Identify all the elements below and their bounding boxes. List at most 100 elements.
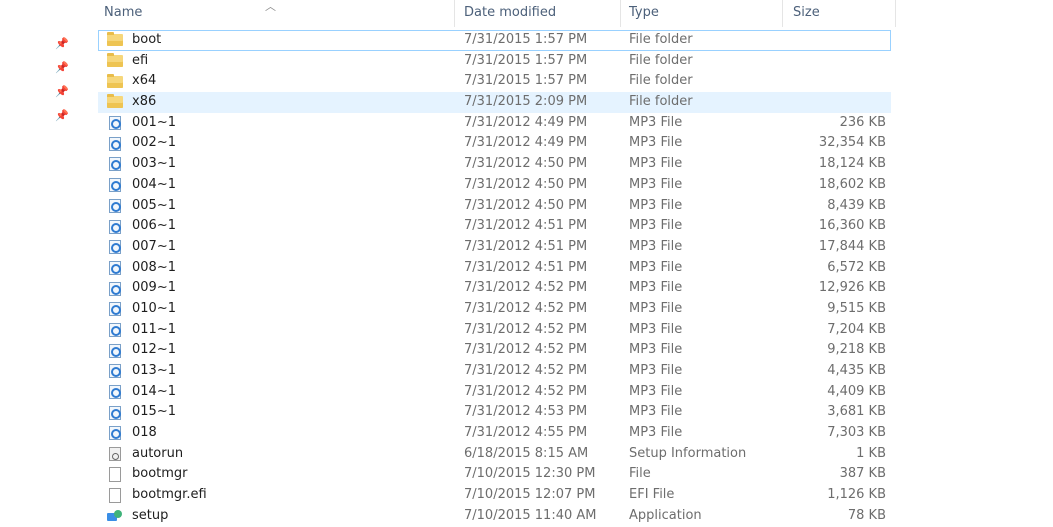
file-row[interactable]: 014~1 7/31/2012 4:52 PM MP3 File 4,409 KB — [98, 382, 891, 403]
file-row[interactable]: 006~1 7/31/2012 4:51 PM MP3 File 16,360 KB — [98, 216, 891, 237]
file-row[interactable]: 002~1 7/31/2012 4:49 PM MP3 File 32,354 KB — [98, 133, 891, 154]
file-row[interactable]: 005~1 7/31/2012 4:50 PM MP3 File 8,439 KB — [98, 196, 891, 217]
file-size: 9,515 KB — [827, 300, 886, 316]
file-date-modified: 7/31/2015 2:09 PM — [464, 94, 588, 110]
file-size — [788, 30, 886, 51]
file-type: File folder — [629, 94, 693, 110]
mp3-icon — [109, 364, 121, 379]
file-size: 16,360 KB — [818, 218, 886, 234]
file-row[interactable]: x64 7/31/2015 1:57 PM File folder — [98, 71, 891, 92]
file-type: MP3 File — [629, 342, 683, 358]
column-divider[interactable] — [895, 0, 896, 27]
file-size: 18,602 KB — [818, 176, 886, 192]
column-header-name[interactable]: Name — [104, 0, 142, 27]
file-date-modified: 7/31/2012 4:49 PM — [464, 135, 588, 151]
file-row[interactable]: efi 7/31/2015 1:57 PM File folder — [98, 51, 891, 72]
folder-icon — [107, 94, 123, 109]
mp3-icon — [109, 343, 121, 358]
file-row[interactable]: 004~1 7/31/2012 4:50 PM MP3 File 18,602 KB — [98, 175, 891, 196]
mp3-icon — [109, 219, 121, 234]
pin-icon[interactable]: 📌 — [55, 61, 69, 75]
pin-icon[interactable]: 📌 — [55, 109, 69, 123]
file-size: 32,354 KB — [818, 135, 886, 151]
column-divider[interactable] — [620, 0, 621, 27]
file-date-modified: 7/10/2015 11:40 AM — [464, 507, 597, 523]
file-date-modified: 7/31/2012 4:52 PM — [464, 363, 588, 378]
file-size: 9,218 KB — [827, 342, 886, 358]
file-date-modified: 7/31/2012 4:51 PM — [464, 259, 588, 275]
file-size — [788, 92, 886, 113]
file-date-modified: 7/31/2012 4:52 PM — [464, 383, 588, 399]
mp3-icon — [109, 116, 121, 131]
pin-icon[interactable]: 📌 — [55, 37, 69, 51]
file-date-modified: 7/31/2012 4:53 PM — [464, 404, 588, 420]
file-name: 004~1 — [132, 176, 176, 192]
file-date-modified: 7/10/2015 12:30 PM — [464, 466, 596, 482]
mp3-icon — [109, 302, 121, 317]
file-type: MP3 File — [629, 218, 683, 234]
file-name: bootmgr.efi — [132, 487, 207, 503]
file-date-modified: 7/31/2012 4:52 PM — [464, 280, 588, 296]
file-row[interactable]: boot 7/31/2015 1:57 PM File folder — [98, 30, 891, 51]
file-size: 6,572 KB — [827, 259, 886, 275]
file-type: File folder — [629, 52, 693, 68]
file-type: MP3 File — [629, 425, 683, 441]
file-row[interactable]: autorun 6/18/2015 8:15 AM Setup Informatio… — [98, 444, 891, 465]
file-date-modified: 7/31/2012 4:55 PM — [464, 425, 588, 441]
file-row[interactable]: x86 7/31/2015 2:09 PM File folder — [98, 92, 891, 113]
column-header-size[interactable]: Size — [793, 0, 820, 27]
file-date-modified: 7/31/2012 4:49 PM — [464, 114, 588, 130]
file-type: Application — [629, 507, 702, 523]
file-name: boot — [132, 32, 162, 47]
column-header-date[interactable]: Date modified — [464, 0, 556, 27]
mp3-icon — [109, 157, 121, 172]
file-date-modified: 7/31/2012 4:52 PM — [464, 342, 588, 358]
file-row[interactable]: bootmgr 7/10/2015 12:30 PM File 387 KB — [98, 464, 891, 485]
file-type: MP3 File — [629, 197, 683, 213]
file-name: 005~1 — [132, 197, 176, 213]
file-name: autorun — [132, 445, 184, 461]
column-divider[interactable] — [782, 0, 783, 27]
file-size — [788, 71, 886, 92]
file-date-modified: 7/31/2012 4:52 PM — [464, 300, 588, 316]
file-name: 007~1 — [132, 238, 176, 254]
mp3-icon — [109, 405, 121, 420]
file-name: efi — [132, 52, 149, 68]
file-row[interactable]: 012~1 7/31/2012 4:52 PM MP3 File 9,218 KB — [98, 340, 891, 361]
file-row[interactable]: 015~1 7/31/2012 4:53 PM MP3 File 3,681 KB — [98, 402, 891, 423]
file-size: 17,844 KB — [818, 238, 886, 254]
file-name: setup — [132, 507, 169, 523]
file-row[interactable]: 010~1 7/31/2012 4:52 PM MP3 File 9,515 KB — [98, 299, 891, 320]
file-size: 4,435 KB — [827, 363, 886, 378]
file-row[interactable]: 018 7/31/2012 4:55 PM MP3 File 7,303 KB — [98, 423, 891, 444]
file-row[interactable]: 001~1 7/31/2012 4:49 PM MP3 File 236 KB — [98, 113, 891, 134]
file-row[interactable]: 011~1 7/31/2012 4:52 PM MP3 File 7,204 KB — [98, 320, 891, 341]
file-date-modified: 7/31/2012 4:51 PM — [464, 238, 588, 254]
pin-icon[interactable]: 📌 — [55, 85, 69, 99]
file-name: 009~1 — [132, 280, 176, 296]
file-row[interactable]: 008~1 7/31/2012 4:51 PM MP3 File 6,572 KB — [98, 258, 891, 279]
file-row[interactable]: 007~1 7/31/2012 4:51 PM MP3 File 17,844 KB — [98, 237, 891, 258]
file-size: 18,124 KB — [818, 156, 886, 172]
column-divider[interactable] — [454, 0, 455, 27]
file-row[interactable]: bootmgr.efi 7/10/2015 12:07 PM EFI File 1,1… — [98, 485, 891, 506]
file-type: EFI File — [629, 487, 675, 503]
file-row[interactable]: 003~1 7/31/2012 4:50 PM MP3 File 18,124 KB — [98, 154, 891, 175]
file-type: MP3 File — [629, 300, 683, 316]
file-name: 010~1 — [132, 300, 176, 316]
file-type: MP3 File — [629, 238, 683, 254]
column-header-type[interactable]: Type — [629, 0, 659, 27]
file-size: 4,409 KB — [827, 383, 886, 399]
file-type: File — [629, 466, 651, 482]
file-size: 7,303 KB — [827, 425, 886, 441]
file-type: File folder — [629, 32, 693, 47]
file-type: MP3 File — [629, 383, 683, 399]
file-size: 387 KB — [839, 466, 886, 482]
file-icon — [109, 487, 121, 503]
file-row[interactable]: 009~1 7/31/2012 4:52 PM MP3 File 12,926 KB — [98, 278, 891, 299]
sort-ascending-icon: ︿ — [265, 0, 276, 13]
setup-info-icon — [109, 447, 121, 462]
file-row[interactable]: 013~1 7/31/2012 4:52 PM MP3 File 4,435 KB — [98, 361, 891, 382]
file-size: 8,439 KB — [827, 197, 886, 213]
file-row[interactable]: setup 7/10/2015 11:40 AM Application 78 KB — [98, 506, 891, 527]
